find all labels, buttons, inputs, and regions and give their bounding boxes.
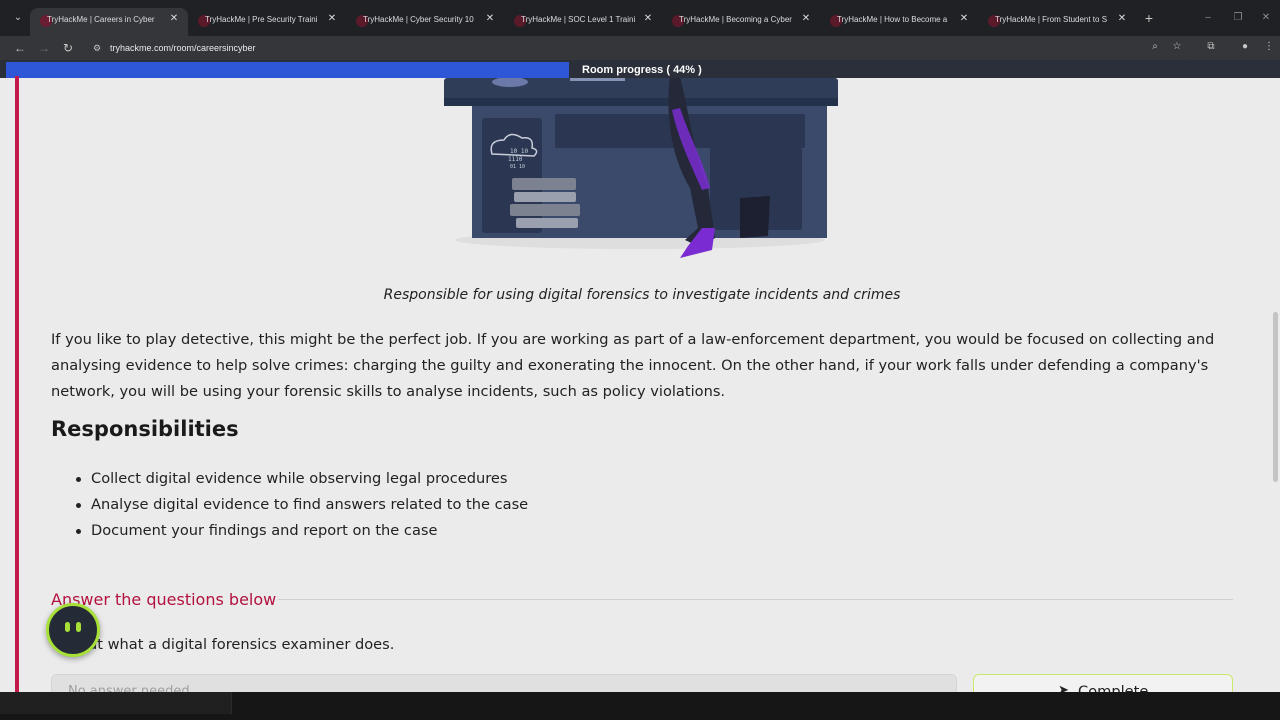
list-item: Collect digital evidence while observing… <box>75 466 528 492</box>
close-icon[interactable]: ✕ <box>326 13 338 25</box>
illustration-caption: Responsible for using digital forensics … <box>383 287 901 303</box>
bot-eye-icon <box>76 622 81 632</box>
close-icon[interactable]: ✕ <box>642 13 654 25</box>
taskbar-strip <box>0 692 1280 720</box>
browser-menu-icon[interactable]: ⋮ <box>1262 40 1276 54</box>
back-arrow-icon[interactable]: ← <box>12 40 28 56</box>
forward-arrow-icon[interactable]: → <box>36 40 52 56</box>
tab-title: TryHackMe | SOC Level 1 Traini <box>521 15 636 24</box>
extensions-icon[interactable]: ⧉ <box>1204 40 1218 54</box>
site-info-icon[interactable]: ⚙ <box>93 42 105 54</box>
profile-avatar-icon[interactable]: ● <box>1238 40 1252 54</box>
restore-icon[interactable]: ❐ <box>1232 12 1244 24</box>
intro-paragraph: If you like to play detective, this migh… <box>51 331 1215 400</box>
browser-tab-1[interactable]: TryHackMe | Careers in Cyber ✕ <box>30 8 188 36</box>
taskbar-item[interactable] <box>0 692 232 714</box>
list-item: Analyse digital evidence to find answers… <box>75 492 528 518</box>
browser-tab-6[interactable]: TryHackMe | How to Become a ✕ <box>820 8 978 36</box>
url-text: tryhackme.com/room/careersincyber <box>110 43 256 53</box>
question-text-visible: about what a digital forensics examiner … <box>60 636 395 653</box>
close-icon[interactable]: ✕ <box>168 13 180 25</box>
svg-text:01 10: 01 10 <box>510 164 525 170</box>
tab-strip: ⌄ TryHackMe | Careers in Cyber ✕ TryHack… <box>0 0 1280 36</box>
send-icon: ➤ <box>1058 683 1069 692</box>
answer-input[interactable]: No answer needed <box>51 674 957 692</box>
section-divider <box>278 599 1233 600</box>
reload-icon[interactable]: ↻ <box>60 40 76 56</box>
list-item: Document your findings and report on the… <box>75 518 528 544</box>
forensics-illustration: 10 10 1110 01 10 <box>444 78 838 258</box>
window-close-icon[interactable]: ✕ <box>1260 12 1272 24</box>
room-progress-fill <box>6 62 569 78</box>
assistant-bot-button[interactable] <box>46 603 100 657</box>
tab-title: TryHackMe | From Student to S <box>995 15 1108 24</box>
address-bar[interactable]: ⚙ tryhackme.com/room/careersincyber <box>86 38 1192 58</box>
browser-tab-7[interactable]: TryHackMe | From Student to S ✕ <box>978 8 1136 36</box>
browser-toolbar: ← → ↻ ⚙ tryhackme.com/room/careersincybe… <box>0 36 1280 60</box>
svg-text:10 10: 10 10 <box>510 148 528 155</box>
browser-tab-4[interactable]: TryHackMe | SOC Level 1 Traini ✕ <box>504 8 662 36</box>
close-icon[interactable]: ✕ <box>958 13 970 25</box>
tab-search-icon[interactable]: ⌄ <box>10 10 26 26</box>
zoom-icon[interactable]: ⌕ <box>1148 40 1162 54</box>
close-icon[interactable]: ✕ <box>800 13 812 25</box>
tab-title: TryHackMe | Careers in Cyber <box>47 15 155 24</box>
task-accent-bar <box>15 76 19 692</box>
room-progress-bar: Room progress ( 44% ) <box>0 60 1280 78</box>
browser-tab-2[interactable]: TryHackMe | Pre Security Traini ✕ <box>188 8 346 36</box>
responsibilities-heading: Responsibilities <box>51 417 239 441</box>
complete-button[interactable]: ➤ Complete <box>973 674 1233 692</box>
page-scrollbar[interactable] <box>1273 312 1278 482</box>
tab-title: TryHackMe | Pre Security Traini <box>205 15 318 24</box>
bookmark-star-icon[interactable]: ☆ <box>1170 40 1184 54</box>
room-page: Room progress ( 44% ) 10 10 1110 01 10 R… <box>0 60 1280 692</box>
browser-tab-3[interactable]: TryHackMe | Cyber Security 10 ✕ <box>346 8 504 36</box>
bot-eye-icon <box>65 622 70 632</box>
responsibilities-list: Collect digital evidence while observing… <box>75 466 528 544</box>
close-icon[interactable]: ✕ <box>484 13 496 25</box>
room-progress-label: Room progress ( 44% ) <box>582 64 702 76</box>
svg-text:1110: 1110 <box>508 156 523 163</box>
close-icon[interactable]: ✕ <box>1116 13 1128 25</box>
new-tab-plus-icon[interactable]: + <box>1142 11 1156 25</box>
minimize-icon[interactable]: – <box>1202 12 1214 24</box>
tab-title: TryHackMe | How to Become a <box>837 15 948 24</box>
complete-button-label: Complete <box>1078 683 1149 692</box>
tab-title: TryHackMe | Becoming a Cyber <box>679 15 792 24</box>
browser-tab-5[interactable]: TryHackMe | Becoming a Cyber ✕ <box>662 8 820 36</box>
question-text: Rabout what a digital forensics examiner… <box>51 636 395 653</box>
tab-title: TryHackMe | Cyber Security 10 <box>363 15 474 24</box>
